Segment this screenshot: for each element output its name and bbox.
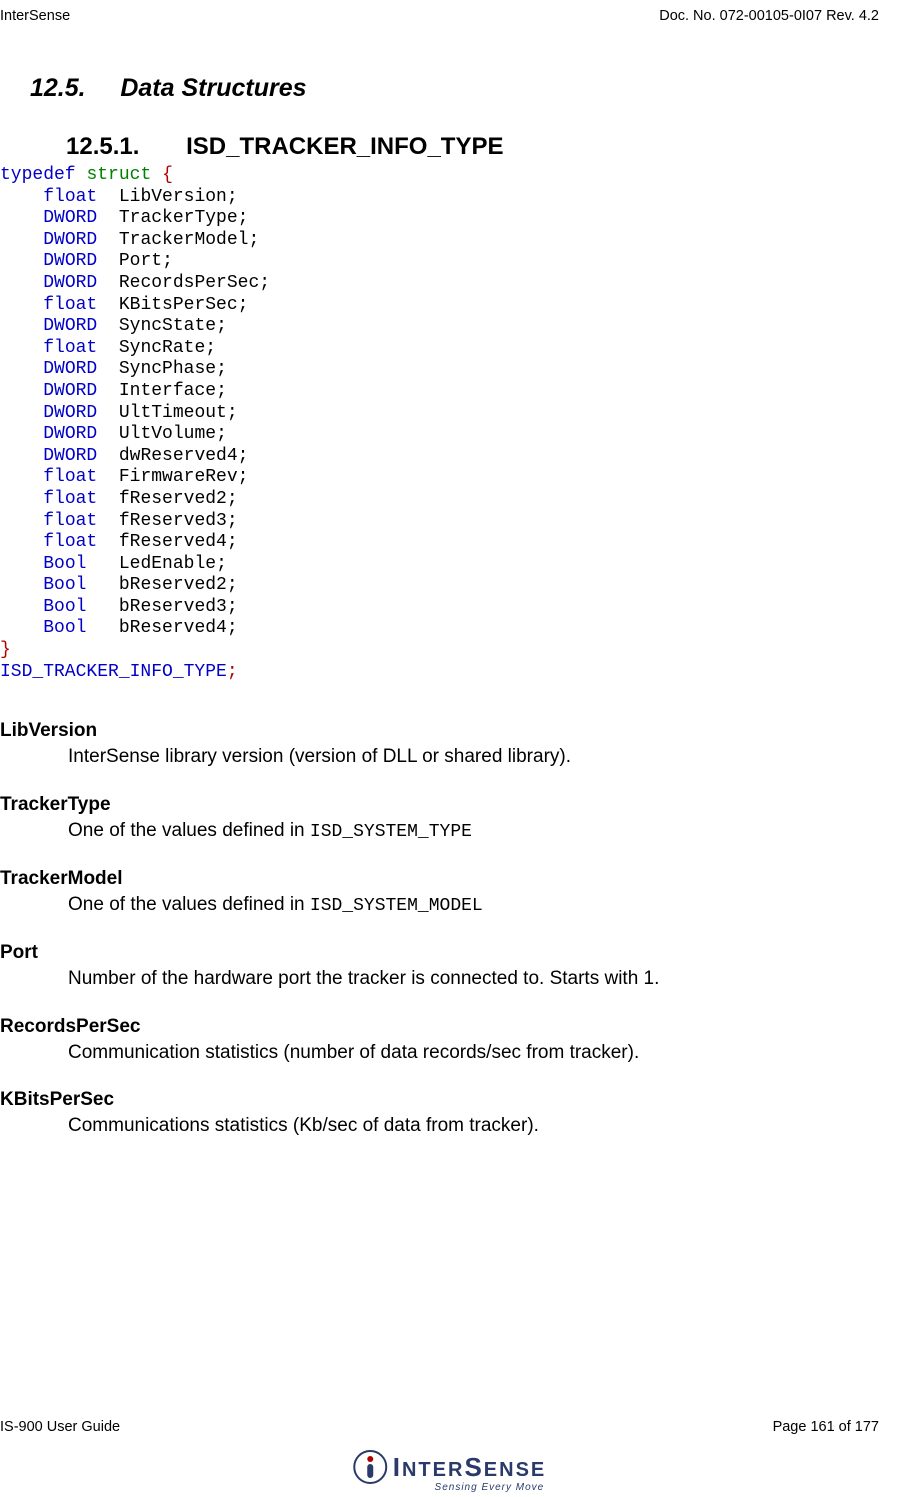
logo-mark-icon xyxy=(353,1450,387,1484)
description-term: TrackerType xyxy=(0,793,879,817)
logo-letters: ENSE xyxy=(484,1459,546,1481)
header-left: InterSense xyxy=(0,8,70,24)
section-number: 12.5. xyxy=(30,74,86,102)
field-type: Bool xyxy=(43,554,86,574)
field-name: fReserved3 xyxy=(119,511,227,531)
semicolon: ; xyxy=(227,662,238,682)
section-title: Data Structures xyxy=(120,74,306,102)
field-type: DWORD xyxy=(43,424,97,444)
subsection-heading: 12.5.1. ISD_TRACKER_INFO_TYPE xyxy=(66,133,879,161)
field-type: DWORD xyxy=(43,403,97,423)
field-name: LedEnable xyxy=(119,554,216,574)
logo-letter: S xyxy=(464,1452,483,1482)
field-name: SyncState xyxy=(119,316,216,336)
struct-typename: ISD_TRACKER_INFO_TYPE xyxy=(0,662,227,682)
section-heading: 12.5. Data Structures xyxy=(30,74,879,103)
field-type: DWORD xyxy=(43,230,97,250)
field-name: bReserved3 xyxy=(119,597,227,617)
field-name: RecordsPerSec xyxy=(119,273,259,293)
logo-letter: I xyxy=(393,1452,402,1482)
header-right: Doc. No. 072-00105-0I07 Rev. 4.2 xyxy=(659,8,879,24)
field-name: dwReserved4 xyxy=(119,446,238,466)
code-block: typedef struct { float LibVersion; DWORD… xyxy=(0,165,879,683)
field-type: Bool xyxy=(43,575,86,595)
field-type: DWORD xyxy=(43,381,97,401)
field-type: DWORD xyxy=(43,359,97,379)
description-text: InterSense library version (version of D… xyxy=(68,745,879,769)
field-name: UltVolume xyxy=(119,424,216,444)
logo: INTERSENSE Sensing Every Move xyxy=(353,1450,547,1493)
field-type: DWORD xyxy=(43,316,97,336)
description-mono: ISD_SYSTEM_TYPE xyxy=(310,822,472,842)
field-type: float xyxy=(43,295,97,315)
description-item: RecordsPerSec Communication statistics (… xyxy=(0,1015,879,1065)
field-type: float xyxy=(43,338,97,358)
keyword-typedef: typedef xyxy=(0,165,76,185)
field-name: SyncPhase xyxy=(119,359,216,379)
description-term: RecordsPerSec xyxy=(0,1015,879,1039)
field-name: fReserved4 xyxy=(119,532,227,552)
description-item: KBitsPerSec Communications statistics (K… xyxy=(0,1088,879,1138)
description-item: TrackerType One of the values defined in… xyxy=(0,793,879,843)
field-name: fReserved2 xyxy=(119,489,227,509)
field-type: float xyxy=(43,489,97,509)
field-name: TrackerType xyxy=(119,208,238,228)
description-text: One of the values defined in ISD_SYSTEM_… xyxy=(68,819,879,844)
description-text: Number of the hardware port the tracker … xyxy=(68,967,879,991)
field-name: bReserved2 xyxy=(119,575,227,595)
description-term: LibVersion xyxy=(0,719,879,743)
field-type: DWORD xyxy=(43,251,97,271)
field-name: FirmwareRev xyxy=(119,467,238,487)
description-mono: ISD_SYSTEM_MODEL xyxy=(310,896,483,916)
field-name: UltTimeout xyxy=(119,403,227,423)
brace-close: } xyxy=(0,640,11,660)
field-type: DWORD xyxy=(43,446,97,466)
field-name: KBitsPerSec xyxy=(119,295,238,315)
field-name: bReserved4 xyxy=(119,618,227,638)
field-type: DWORD xyxy=(43,208,97,228)
logo-letters: NTER xyxy=(402,1459,464,1481)
field-type: Bool xyxy=(43,618,86,638)
subsection-number: 12.5.1. xyxy=(66,133,139,160)
description-item: Port Number of the hardware port the tra… xyxy=(0,941,879,991)
description-text: Communication statistics (number of data… xyxy=(68,1041,879,1065)
description-item: TrackerModel One of the values defined i… xyxy=(0,867,879,917)
description-text: Communications statistics (Kb/sec of dat… xyxy=(68,1114,879,1138)
description-prefix: One of the values defined in xyxy=(68,894,310,915)
field-name: Port xyxy=(119,251,162,271)
description-list: LibVersion InterSense library version (v… xyxy=(0,719,879,1138)
brace-open: { xyxy=(162,165,173,185)
field-name: TrackerModel xyxy=(119,230,249,250)
field-name: SyncRate xyxy=(119,338,205,358)
field-type: float xyxy=(43,511,97,531)
field-type: Bool xyxy=(43,597,86,617)
description-prefix: One of the values defined in xyxy=(68,820,310,841)
logo-text: INTERSENSE xyxy=(393,1452,547,1483)
field-type: float xyxy=(43,187,97,207)
field-name: LibVersion xyxy=(119,187,227,207)
field-name: Interface xyxy=(119,381,216,401)
description-term: Port xyxy=(0,941,879,965)
field-type: float xyxy=(43,532,97,552)
field-type: float xyxy=(43,467,97,487)
footer-left: IS-900 User Guide xyxy=(0,1419,120,1435)
field-type: DWORD xyxy=(43,273,97,293)
keyword-struct: struct xyxy=(86,165,151,185)
description-text: One of the values defined in ISD_SYSTEM_… xyxy=(68,893,879,918)
logo-tagline: Sensing Every Move xyxy=(353,1482,545,1493)
description-term: TrackerModel xyxy=(0,867,879,891)
description-item: LibVersion InterSense library version (v… xyxy=(0,719,879,769)
subsection-title: ISD_TRACKER_INFO_TYPE xyxy=(186,133,503,160)
description-term: KBitsPerSec xyxy=(0,1088,879,1112)
footer-right: Page 161 of 177 xyxy=(773,1419,879,1435)
